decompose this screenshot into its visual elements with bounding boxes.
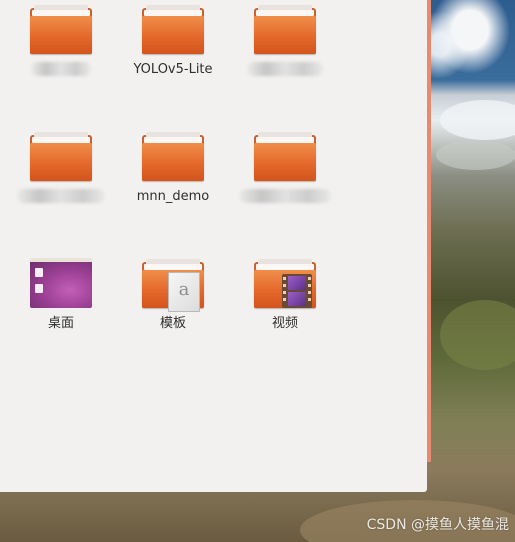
folder-icon — [142, 131, 204, 181]
folder-icon — [142, 4, 204, 54]
folder-label — [11, 62, 111, 78]
wallpaper-snow — [440, 100, 515, 140]
document-icon: a — [168, 272, 200, 312]
folder-item-mnn-demo[interactable]: mnn_demo — [123, 131, 223, 205]
folder-item-videos[interactable]: 视频 — [235, 258, 335, 332]
videos-folder-icon — [254, 258, 316, 308]
folder-icon — [254, 4, 316, 54]
templates-folder-icon: a — [142, 258, 204, 312]
folder-icon — [30, 4, 92, 54]
folder-item-redacted-4[interactable] — [235, 131, 335, 205]
wallpaper-rock — [436, 140, 515, 170]
desktop-wallpaper: YOLOv5-Lite mnn_demo 桌面 a 模板 视频 CSDN @摸鱼… — [0, 0, 515, 542]
folder-item-yolov5-lite[interactable]: YOLOv5-Lite — [123, 4, 223, 78]
folder-label: mnn_demo — [136, 189, 210, 204]
folder-item-templates[interactable]: a 模板 — [123, 258, 223, 332]
wallpaper-grass — [440, 300, 515, 370]
folder-label: YOLOv5-Lite — [133, 62, 213, 77]
folder-icon — [254, 131, 316, 181]
folder-icon — [30, 131, 92, 181]
folder-label: 模板 — [159, 316, 186, 331]
folder-label — [235, 189, 335, 205]
file-manager-window: YOLOv5-Lite mnn_demo 桌面 a 模板 视频 — [0, 0, 427, 492]
folder-label — [235, 62, 335, 78]
watermark-text: CSDN @摸鱼人摸鱼混 — [366, 517, 509, 533]
desktop-folder-icon — [30, 258, 92, 308]
film-strip-icon — [282, 274, 312, 308]
folder-item-redacted-3[interactable] — [11, 131, 111, 205]
folder-item-desktop[interactable]: 桌面 — [11, 258, 111, 332]
redacted-label-blur — [31, 62, 91, 76]
window-border — [427, 0, 431, 462]
redacted-label-blur — [239, 189, 331, 203]
redacted-label-blur — [17, 189, 105, 203]
folder-label: 视频 — [271, 316, 298, 331]
folder-label — [11, 189, 111, 205]
redacted-label-blur — [247, 62, 323, 76]
folder-label: 桌面 — [47, 316, 74, 331]
folder-item-redacted-1[interactable] — [11, 4, 111, 78]
folder-item-redacted-2[interactable] — [235, 4, 335, 78]
